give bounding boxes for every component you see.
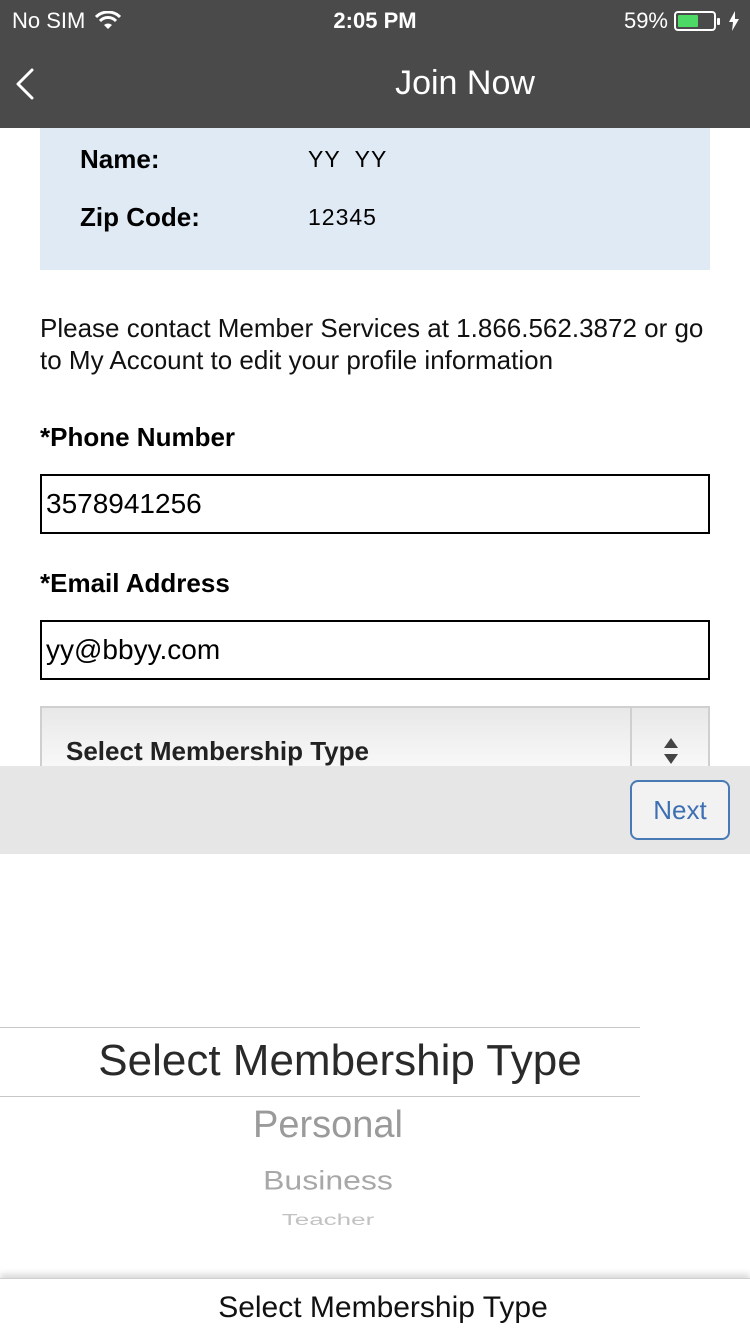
membership-select-label: Select Membership Type [66, 736, 369, 766]
name-label: Name: [80, 144, 160, 174]
battery-level [678, 15, 699, 27]
battery-info: 59% [624, 8, 740, 34]
navigation-bar: Join Now [0, 40, 750, 128]
name-row: Name: YY YY [80, 144, 387, 175]
picker-divider [0, 1096, 640, 1097]
membership-type-select[interactable]: Select Membership Type [40, 706, 710, 766]
picker-toolbar: Next [0, 766, 750, 854]
picker-option-teacher[interactable]: Teacher [0, 1211, 656, 1225]
status-bar: No SIM 2:05 PM 59% [0, 0, 750, 40]
phone-field[interactable]: 3578941256 [40, 474, 710, 534]
picker-footer-label: Select Membership Type [218, 1291, 548, 1324]
charging-bolt-icon [729, 11, 739, 31]
battery-icon [674, 11, 720, 31]
membership-picker[interactable]: Select Membership Type Personal Business… [0, 854, 750, 1278]
page-title: Join Now [395, 64, 535, 102]
zip-value: 12345 [308, 204, 377, 230]
email-field[interactable]: yy@bbyy.com [40, 620, 710, 680]
picker-selected-option[interactable]: Select Membership Type [0, 1036, 680, 1086]
picker-divider [0, 1027, 640, 1028]
picker-option-business[interactable]: Business [0, 1165, 656, 1196]
picker-footer: Select Membership Type [0, 1278, 750, 1334]
profile-info-panel: Name: YY YY Zip Code: 12345 [40, 128, 710, 270]
contact-note: Please contact Member Services at 1.866.… [40, 313, 704, 375]
email-label: *Email Address [40, 568, 230, 598]
select-arrows-icon [630, 708, 708, 766]
zip-row: Zip Code: 12345 [80, 202, 377, 233]
name-value: YY YY [308, 146, 388, 172]
phone-label: *Phone Number [40, 422, 236, 452]
battery-percent: 59% [623, 8, 668, 33]
zip-label: Zip Code: [80, 202, 200, 232]
next-button[interactable]: Next [630, 780, 730, 840]
picker-option-personal[interactable]: Personal [0, 1104, 656, 1147]
